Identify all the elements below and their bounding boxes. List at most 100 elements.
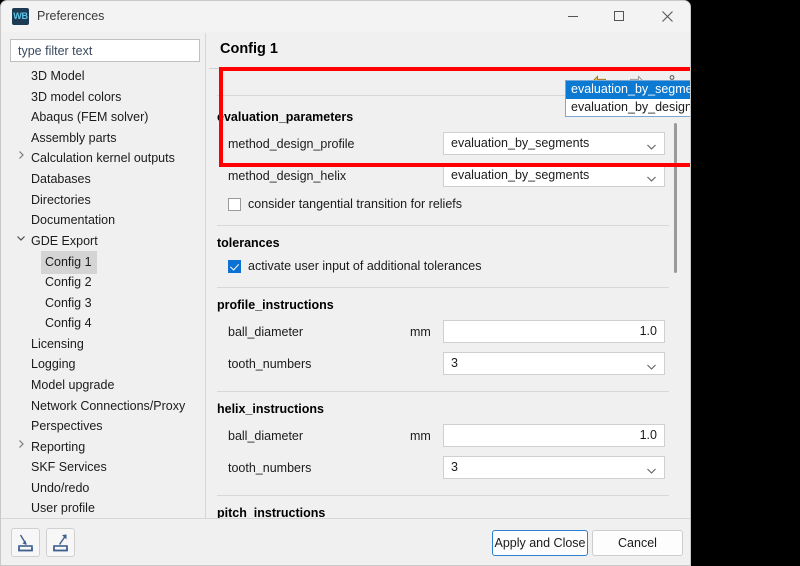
group-title: pitch_instructions bbox=[217, 506, 669, 518]
sidebar-item-gde-export[interactable]: GDE Export bbox=[1, 231, 205, 252]
chevron-down-icon[interactable] bbox=[646, 358, 657, 369]
sidebar-item-label: Documentation bbox=[31, 210, 115, 231]
setting-label: tooth_numbers bbox=[228, 357, 311, 371]
sidebar-item-network-connections-proxy[interactable]: Network Connections/Proxy bbox=[1, 396, 205, 417]
dropdown-tooth_numbers[interactable]: 3 bbox=[443, 456, 665, 479]
sidebar-item-label: Assembly parts bbox=[31, 128, 116, 149]
close-icon[interactable] bbox=[644, 1, 690, 32]
sidebar-item-label: Abaqus (FEM solver) bbox=[31, 107, 148, 128]
unit-label: mm bbox=[410, 325, 431, 339]
sidebar-item-3d-model[interactable]: 3D Model bbox=[1, 66, 205, 87]
preferences-tree[interactable]: 3D Model3D model colorsAbaqus (FEM solve… bbox=[1, 66, 205, 518]
checkbox[interactable] bbox=[228, 198, 241, 211]
app-icon: WB bbox=[12, 8, 29, 25]
checkbox-label: consider tangential transition for relie… bbox=[248, 197, 462, 211]
group-title: tolerances bbox=[217, 236, 669, 250]
sidebar-item-label: Directories bbox=[31, 190, 91, 211]
unit-label: mm bbox=[410, 429, 431, 443]
sidebar-item-config-1[interactable]: Config 1 bbox=[1, 251, 205, 272]
sidebar-item-databases[interactable]: Databases bbox=[1, 169, 205, 190]
pane-divider bbox=[205, 33, 206, 518]
setting-label: tooth_numbers bbox=[228, 461, 311, 475]
export-icon[interactable] bbox=[46, 528, 75, 557]
sidebar-item-label: Config 1 bbox=[41, 251, 97, 274]
sidebar-item-label: Undo/redo bbox=[31, 478, 89, 499]
sidebar-item-config-2[interactable]: Config 2 bbox=[1, 272, 205, 293]
input-ball_diameter[interactable]: 1.0 bbox=[443, 320, 665, 343]
setting-row: method_design_profile evaluation_by_segme… bbox=[217, 131, 669, 159]
minimize-icon[interactable] bbox=[550, 1, 596, 32]
sidebar-item-documentation[interactable]: Documentation bbox=[1, 210, 205, 231]
input-ball_diameter[interactable]: 1.0 bbox=[443, 424, 665, 447]
group-title: helix_instructions bbox=[217, 402, 669, 416]
sidebar-item-3d-model-colors[interactable]: 3D model colors bbox=[1, 87, 205, 108]
sidebar-item-label: Network Connections/Proxy bbox=[31, 396, 185, 417]
sidebar-item-assembly-parts[interactable]: Assembly parts bbox=[1, 128, 205, 149]
sidebar-item-label: Perspectives bbox=[31, 416, 103, 437]
maximize-icon[interactable] bbox=[596, 1, 642, 32]
checkbox-row[interactable]: activate user input of additional tolera… bbox=[217, 257, 669, 279]
page-title: Config 1 bbox=[220, 41, 278, 57]
checkbox-row[interactable]: consider tangential transition for relie… bbox=[217, 195, 669, 217]
dialog-button-bar: Apply and Close Cancel bbox=[1, 519, 691, 566]
sidebar-item-label: Logging bbox=[31, 354, 76, 375]
sidebar-item-label: Calculation kernel outputs bbox=[31, 148, 175, 169]
sidebar-item-undo-redo[interactable]: Undo/redo bbox=[1, 478, 205, 499]
sidebar-item-abaqus-fem-solver[interactable]: Abaqus (FEM solver) bbox=[1, 107, 205, 128]
sidebar-item-label: Config 3 bbox=[45, 293, 92, 314]
sidebar-item-label: Reporting bbox=[31, 437, 85, 458]
sidebar-item-calculation-kernel-outputs[interactable]: Calculation kernel outputs bbox=[1, 148, 205, 169]
settings-scroll-area: evaluation_parametersmethod_design_profi… bbox=[217, 95, 691, 518]
sidebar-item-user-profile[interactable]: User profile bbox=[1, 498, 205, 518]
dropdown-options-list[interactable]: evaluation_by_segmentsevaluation_by_desi… bbox=[565, 80, 691, 117]
sidebar-item-label: GDE Export bbox=[31, 231, 98, 252]
sidebar-item-label: SKF Services bbox=[31, 457, 107, 478]
vertical-scrollbar[interactable] bbox=[671, 63, 680, 518]
sidebar-item-model-upgrade[interactable]: Model upgrade bbox=[1, 375, 205, 396]
sidebar-item-label: Config 4 bbox=[45, 313, 92, 334]
setting-label: ball_diameter bbox=[228, 325, 303, 339]
chevron-down-icon[interactable] bbox=[16, 231, 28, 252]
sidebar-item-label: User profile bbox=[31, 498, 95, 518]
setting-label: method_design_profile bbox=[228, 137, 354, 151]
checkbox-label: activate user input of additional tolera… bbox=[248, 259, 481, 273]
setting-label: method_design_helix bbox=[228, 169, 346, 183]
sidebar-item-perspectives[interactable]: Perspectives bbox=[1, 416, 205, 437]
dropdown-method_design_profile[interactable]: evaluation_by_segments bbox=[443, 132, 665, 155]
setting-row: tooth_numbers 3 bbox=[217, 351, 669, 379]
setting-label: ball_diameter bbox=[228, 429, 303, 443]
dropdown-method_design_helix[interactable]: evaluation_by_segments bbox=[443, 164, 665, 187]
setting-row: ball_diameter mm 1.0 bbox=[217, 423, 669, 451]
dropdown-tooth_numbers[interactable]: 3 bbox=[443, 352, 665, 375]
sidebar-item-label: Licensing bbox=[31, 334, 84, 355]
sidebar-item-label: 3D Model bbox=[31, 66, 85, 87]
chevron-down-icon[interactable] bbox=[646, 170, 657, 181]
sidebar-item-config-3[interactable]: Config 3 bbox=[1, 293, 205, 314]
title-underline bbox=[209, 68, 691, 69]
sidebar-item-skf-services[interactable]: SKF Services bbox=[1, 457, 205, 478]
scrollbar-thumb[interactable] bbox=[674, 123, 677, 273]
chevron-right-icon[interactable] bbox=[16, 437, 28, 458]
sidebar-item-directories[interactable]: Directories bbox=[1, 190, 205, 211]
sidebar-item-label: 3D model colors bbox=[31, 87, 121, 108]
dropdown-option[interactable]: evaluation_by_segments bbox=[566, 81, 691, 99]
import-icon[interactable] bbox=[11, 528, 40, 557]
sidebar-item-label: Model upgrade bbox=[31, 375, 114, 396]
sidebar-item-reporting[interactable]: Reporting bbox=[1, 437, 205, 458]
setting-row: method_design_helix evaluation_by_segment… bbox=[217, 163, 669, 191]
sidebar-item-licensing[interactable]: Licensing bbox=[1, 334, 205, 355]
cancel-button[interactable]: Cancel bbox=[592, 530, 683, 556]
sidebar-item-config-4[interactable]: Config 4 bbox=[1, 313, 205, 334]
setting-row: tooth_numbers 3 bbox=[217, 455, 669, 483]
chevron-right-icon[interactable] bbox=[16, 148, 28, 169]
search-input[interactable] bbox=[10, 39, 200, 62]
dropdown-option[interactable]: evaluation_by_design_curve bbox=[566, 99, 691, 117]
chevron-down-icon[interactable] bbox=[646, 462, 657, 473]
apply-and-close-button[interactable]: Apply and Close bbox=[492, 530, 588, 556]
sidebar-item-logging[interactable]: Logging bbox=[1, 354, 205, 375]
sidebar-item-label: Databases bbox=[31, 169, 91, 190]
checkbox[interactable] bbox=[228, 260, 241, 273]
preferences-window: WB Preferences 3D Model3D model colorsAb… bbox=[0, 0, 691, 566]
chevron-down-icon[interactable] bbox=[646, 138, 657, 149]
sidebar-item-label: Config 2 bbox=[45, 272, 92, 293]
